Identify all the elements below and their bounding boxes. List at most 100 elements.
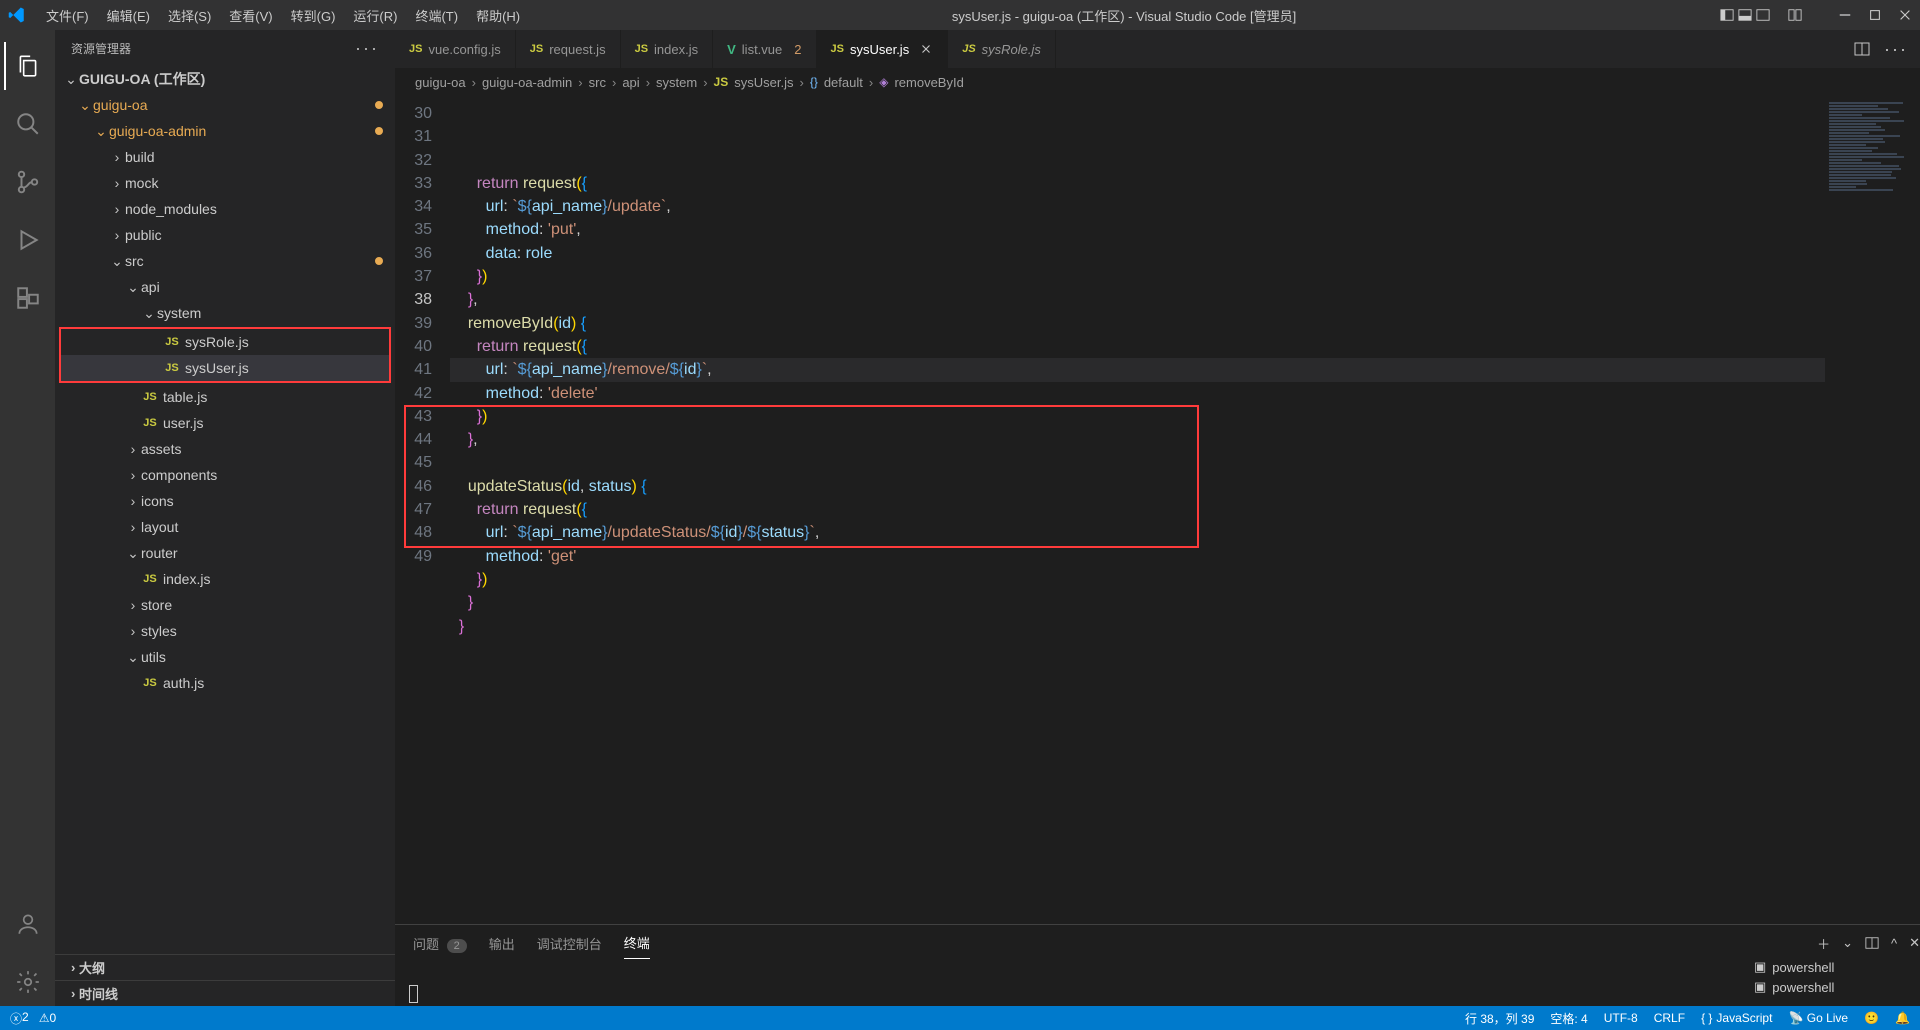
folder-api[interactable]: ⌄api (55, 274, 395, 300)
panel: 问题 2 输出 调试控制台 终端 ＋ ⌄ ^ ✕ ▣powershell ▣po… (395, 924, 1920, 1006)
folder-layout[interactable]: ›layout (55, 514, 395, 540)
outline-section[interactable]: › 大纲 (55, 954, 395, 980)
close-icon[interactable] (1898, 8, 1912, 22)
terminal-instance[interactable]: ▣powershell (1750, 977, 1920, 997)
status-indentation[interactable]: 空格: 4 (1550, 1010, 1587, 1027)
file-userjs[interactable]: JSuser.js (55, 410, 395, 436)
tab-sysrole[interactable]: JSsysRole.js (948, 30, 1056, 68)
customize-layout-icon[interactable] (1788, 8, 1802, 22)
folder-store[interactable]: ›store (55, 592, 395, 618)
maximize-panel-icon[interactable]: ^ (1891, 936, 1897, 951)
menu-file[interactable]: 文件(F) (38, 2, 97, 29)
menu-select[interactable]: 选择(S) (160, 2, 219, 29)
menu-run[interactable]: 运行(R) (345, 2, 405, 29)
account-icon[interactable] (4, 900, 52, 948)
run-debug-icon[interactable] (4, 216, 52, 264)
breadcrumb[interactable]: guigu-oa› guigu-oa-admin› src› api› syst… (395, 68, 1920, 96)
folder-node-modules[interactable]: ›node_modules (55, 196, 395, 222)
code-content[interactable]: return request({ url: `${api_name}/updat… (450, 96, 1825, 924)
terminal-instance[interactable]: ▣powershell (1750, 957, 1920, 977)
folder-guigu-oa-admin[interactable]: ⌄guigu-oa-admin (55, 118, 395, 144)
extensions-icon[interactable] (4, 274, 52, 322)
method-icon: ◈ (879, 75, 888, 89)
terminal-body[interactable] (395, 959, 1750, 1007)
folder-guigu-oa[interactable]: ⌄guigu-oa (55, 92, 395, 118)
workspace-label: GUIGU-OA (工作区) (79, 69, 205, 89)
folder-utils[interactable]: ⌄utils (55, 644, 395, 670)
panel-tab-output[interactable]: 输出 (489, 934, 515, 959)
folder-icons[interactable]: ›icons (55, 488, 395, 514)
file-sysrole[interactable]: JSsysRole.js (61, 329, 389, 355)
menu-view[interactable]: 查看(V) (221, 2, 280, 29)
status-feedback-icon[interactable]: 🙂 (1864, 1011, 1879, 1025)
maximize-icon[interactable] (1868, 8, 1882, 22)
status-warnings[interactable]: ⚠ 0 (39, 1011, 56, 1025)
tab-index[interactable]: JSindex.js (621, 30, 714, 68)
file-tablejs[interactable]: JStable.js (55, 384, 395, 410)
tab-vueconfig[interactable]: JSvue.config.js (395, 30, 516, 68)
status-go-live[interactable]: 📡 Go Live (1788, 1011, 1848, 1025)
tab-list[interactable]: Vlist.vue2 (713, 30, 816, 68)
panel-tab-debug[interactable]: 调试控制台 (537, 934, 602, 959)
editor-more-icon[interactable]: ··· (1884, 39, 1908, 60)
explorer-icon[interactable] (4, 42, 52, 90)
status-cursor-position[interactable]: 行 38，列 39 (1465, 1010, 1534, 1027)
panel-tab-problems[interactable]: 问题 2 (413, 934, 467, 959)
folder-label: mock (125, 175, 158, 191)
panel-tab-terminal[interactable]: 终端 (624, 933, 650, 959)
breadcrumb-item[interactable]: src (589, 75, 606, 90)
folder-src[interactable]: ⌄src (55, 248, 395, 274)
settings-gear-icon[interactable] (4, 958, 52, 1006)
folder-router[interactable]: ⌄router (55, 540, 395, 566)
breadcrumb-item[interactable]: guigu-oa-admin (482, 75, 572, 90)
breadcrumb-item[interactable]: removeById (894, 75, 963, 90)
code-editor[interactable]: 3031323334353637383940414243444546474849… (395, 96, 1920, 924)
folder-build[interactable]: ›build (55, 144, 395, 170)
folder-styles[interactable]: ›styles (55, 618, 395, 644)
panel-right-icon[interactable] (1756, 8, 1770, 22)
panel-left-icon[interactable] (1720, 8, 1734, 22)
status-bell-icon[interactable]: 🔔 (1895, 1011, 1910, 1025)
terminal-label: powershell (1772, 960, 1834, 975)
folder-public[interactable]: ›public (55, 222, 395, 248)
breadcrumb-item[interactable]: default (824, 75, 863, 90)
minimize-icon[interactable] (1838, 8, 1852, 22)
terminal-dropdown-icon[interactable]: ⌄ (1842, 935, 1853, 951)
menu-go[interactable]: 转到(G) (283, 2, 344, 29)
panel-bottom-icon[interactable] (1738, 8, 1752, 22)
file-indexjs[interactable]: JSindex.js (55, 566, 395, 592)
folder-mock[interactable]: ›mock (55, 170, 395, 196)
folder-components[interactable]: ›components (55, 462, 395, 488)
split-editor-icon[interactable] (1854, 41, 1870, 57)
menu-terminal[interactable]: 终端(T) (407, 2, 466, 29)
breadcrumb-item[interactable]: guigu-oa (415, 75, 466, 90)
breadcrumb-item[interactable]: sysUser.js (734, 75, 793, 90)
close-panel-icon[interactable]: ✕ (1909, 935, 1920, 951)
folder-system[interactable]: ⌄system (55, 300, 395, 326)
status-eol[interactable]: CRLF (1654, 1011, 1685, 1025)
workspace-root[interactable]: ⌄GUIGU-OA (工作区) (55, 66, 395, 92)
status-encoding[interactable]: UTF-8 (1604, 1011, 1638, 1025)
breadcrumb-item[interactable]: api (622, 75, 639, 90)
js-file-icon: JS (530, 43, 543, 55)
explorer-more-icon[interactable]: ··· (355, 38, 379, 59)
status-errors[interactable]: ⓧ 2 (10, 1010, 29, 1027)
tab-request[interactable]: JSrequest.js (516, 30, 621, 68)
layout-controls[interactable] (1720, 8, 1802, 22)
split-terminal-icon[interactable] (1865, 936, 1879, 950)
search-icon[interactable] (4, 100, 52, 148)
timeline-section[interactable]: › 时间线 (55, 980, 395, 1006)
folder-assets[interactable]: ›assets (55, 436, 395, 462)
menu-help[interactable]: 帮助(H) (468, 2, 528, 29)
new-terminal-icon[interactable]: ＋ (1817, 934, 1830, 953)
source-control-icon[interactable] (4, 158, 52, 206)
minimap[interactable] (1825, 96, 1920, 924)
status-language[interactable]: { }JavaScript (1701, 1011, 1772, 1025)
breadcrumb-item[interactable]: system (656, 75, 697, 90)
tab-sysuser[interactable]: JSsysUser.js (817, 30, 949, 68)
file-authjs[interactable]: JSauth.js (55, 670, 395, 696)
js-file-icon: JS (141, 391, 159, 403)
menu-edit[interactable]: 编辑(E) (99, 2, 158, 29)
file-sysuser[interactable]: JSsysUser.js (61, 355, 389, 381)
close-tab-icon[interactable] (919, 42, 933, 56)
